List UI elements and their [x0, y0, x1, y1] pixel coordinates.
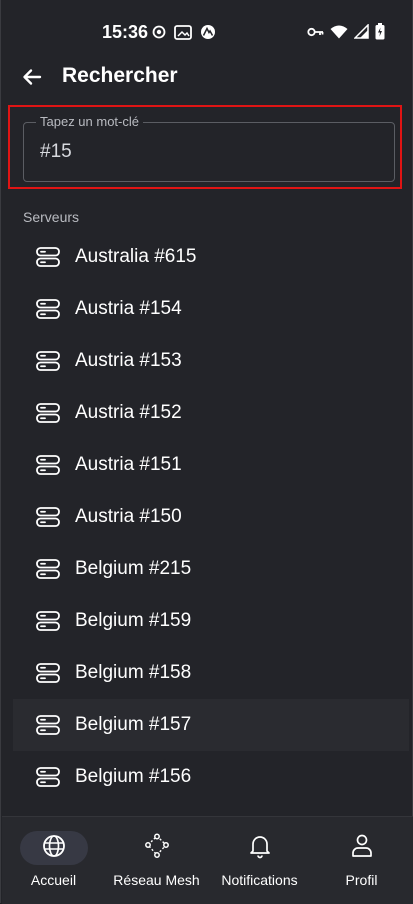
back-button[interactable] — [19, 66, 45, 92]
page-title: Rechercher — [62, 64, 178, 87]
nav-item-notifications[interactable]: Notifications — [208, 817, 311, 904]
server-icon — [36, 662, 62, 684]
server-name: Belgium #158 — [75, 662, 192, 683]
server-name: Australia #615 — [75, 246, 197, 267]
server-row[interactable]: Australia #615 — [13, 231, 409, 283]
server-name: Belgium #157 — [75, 714, 192, 735]
section-title-servers: Serveurs — [23, 209, 80, 225]
nav-icon-container — [226, 831, 294, 865]
bottom-navigation: Accueil Réseau Mesh Notifications Profil — [2, 816, 413, 904]
status-left-icons — [152, 24, 216, 45]
arrow-left-icon — [22, 68, 42, 91]
globe-icon — [42, 834, 66, 863]
nav-active-indicator — [19, 831, 88, 865]
server-icon — [36, 298, 62, 320]
status-time: 15:36 — [102, 22, 149, 42]
server-name: Belgium #156 — [75, 766, 192, 787]
wifi-icon — [330, 25, 348, 44]
bell-icon — [248, 833, 272, 864]
server-name: Austria #151 — [75, 454, 182, 475]
server-name: Austria #154 — [75, 298, 182, 319]
server-row[interactable]: Belgium #158 — [13, 647, 409, 699]
nav-label: Accueil — [30, 872, 77, 888]
server-icon — [36, 402, 62, 424]
server-row[interactable]: Austria #150 — [13, 491, 409, 543]
user-icon — [350, 833, 374, 864]
status-bar: 15:36 — [1, 0, 413, 62]
server-name: Belgium #159 — [75, 610, 192, 631]
server-icon — [36, 610, 62, 632]
server-row[interactable]: Austria #154 — [13, 283, 409, 335]
app-bar: Rechercher — [1, 62, 413, 96]
server-name: Austria #153 — [75, 350, 182, 371]
nav-label: Profil — [345, 872, 378, 888]
server-row[interactable]: Belgium #156 — [13, 751, 409, 803]
server-row[interactable]: Belgium #159 — [13, 595, 409, 647]
record-icon — [152, 25, 166, 44]
server-icon — [36, 714, 62, 736]
key-icon — [307, 25, 324, 43]
nav-item-profil[interactable]: Profil — [310, 817, 413, 904]
server-list: Australia #615 Austria #154 Austria #153… — [13, 231, 409, 803]
battery-icon — [375, 23, 385, 45]
server-name: Austria #150 — [75, 506, 182, 527]
search-field[interactable]: Tapez un mot-clé — [23, 114, 395, 182]
image-icon — [174, 24, 192, 45]
server-icon — [36, 246, 62, 268]
search-label: Tapez un mot-clé — [36, 114, 143, 129]
server-row[interactable]: Austria #151 — [13, 439, 409, 491]
server-icon — [36, 454, 62, 476]
nordvpn-icon — [200, 24, 216, 45]
mesh-network-icon — [144, 833, 170, 864]
nav-item-reseau-mesh[interactable]: Réseau Mesh — [105, 817, 208, 904]
status-right-icons — [307, 23, 385, 45]
nav-icon-container — [328, 831, 396, 865]
nav-item-accueil[interactable]: Accueil — [2, 817, 105, 904]
server-icon — [36, 506, 62, 528]
server-name: Austria #152 — [75, 402, 182, 423]
nav-icon-container — [123, 831, 191, 865]
signal-icon — [353, 23, 369, 44]
server-row[interactable]: Belgium #157 — [13, 699, 409, 751]
server-row[interactable]: Austria #153 — [13, 335, 409, 387]
server-icon — [36, 766, 62, 788]
nav-label: Notifications — [221, 872, 298, 888]
server-icon — [36, 350, 62, 372]
server-row[interactable]: Belgium #215 — [13, 543, 409, 595]
app-screen: 15:36 Rechercher Tapez un mot-clé #15 Se… — [0, 0, 413, 904]
server-icon — [36, 558, 62, 580]
search-input[interactable] — [40, 141, 370, 163]
nav-label: Réseau Mesh — [113, 872, 200, 888]
server-row[interactable]: Austria #152 — [13, 387, 409, 439]
server-name: Belgium #215 — [75, 558, 192, 579]
